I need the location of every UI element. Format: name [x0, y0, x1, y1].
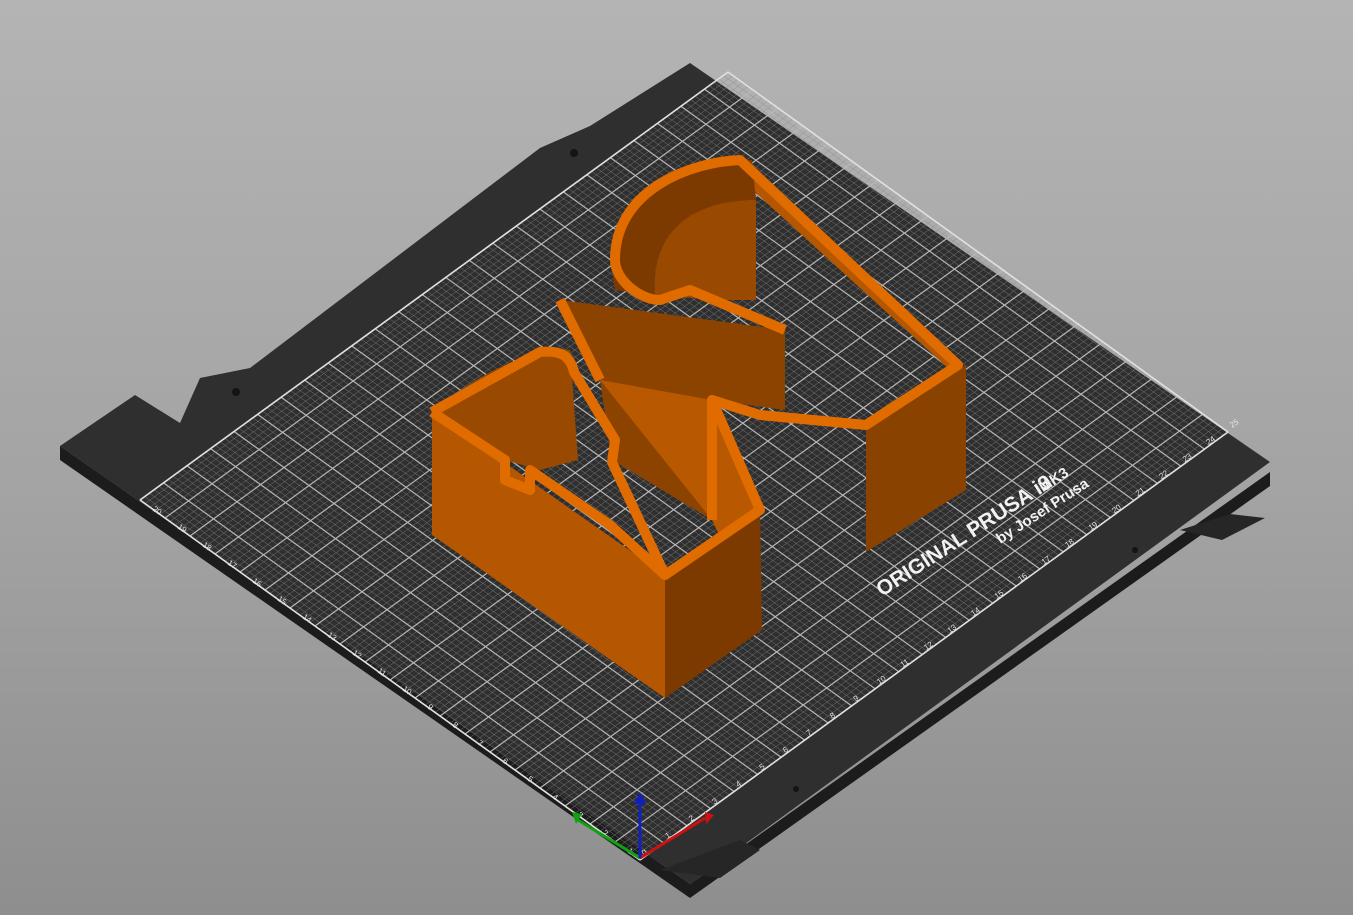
bed-screw-3: [1132, 547, 1138, 553]
3d-viewport[interactable]: 0 1 2 3 4 5 6 7 8 9 10 11 12 13 14 15 16 17 18 19 20 21 22 23 24…: [0, 0, 1353, 915]
bed-screw-1: [570, 149, 578, 157]
x-tick-label: 25: [1228, 417, 1241, 430]
bed-screw-4: [793, 786, 799, 792]
scene-svg: 0123456789101112131415161718192021222324…: [60, 63, 1270, 898]
bed-screw-2: [232, 388, 240, 396]
